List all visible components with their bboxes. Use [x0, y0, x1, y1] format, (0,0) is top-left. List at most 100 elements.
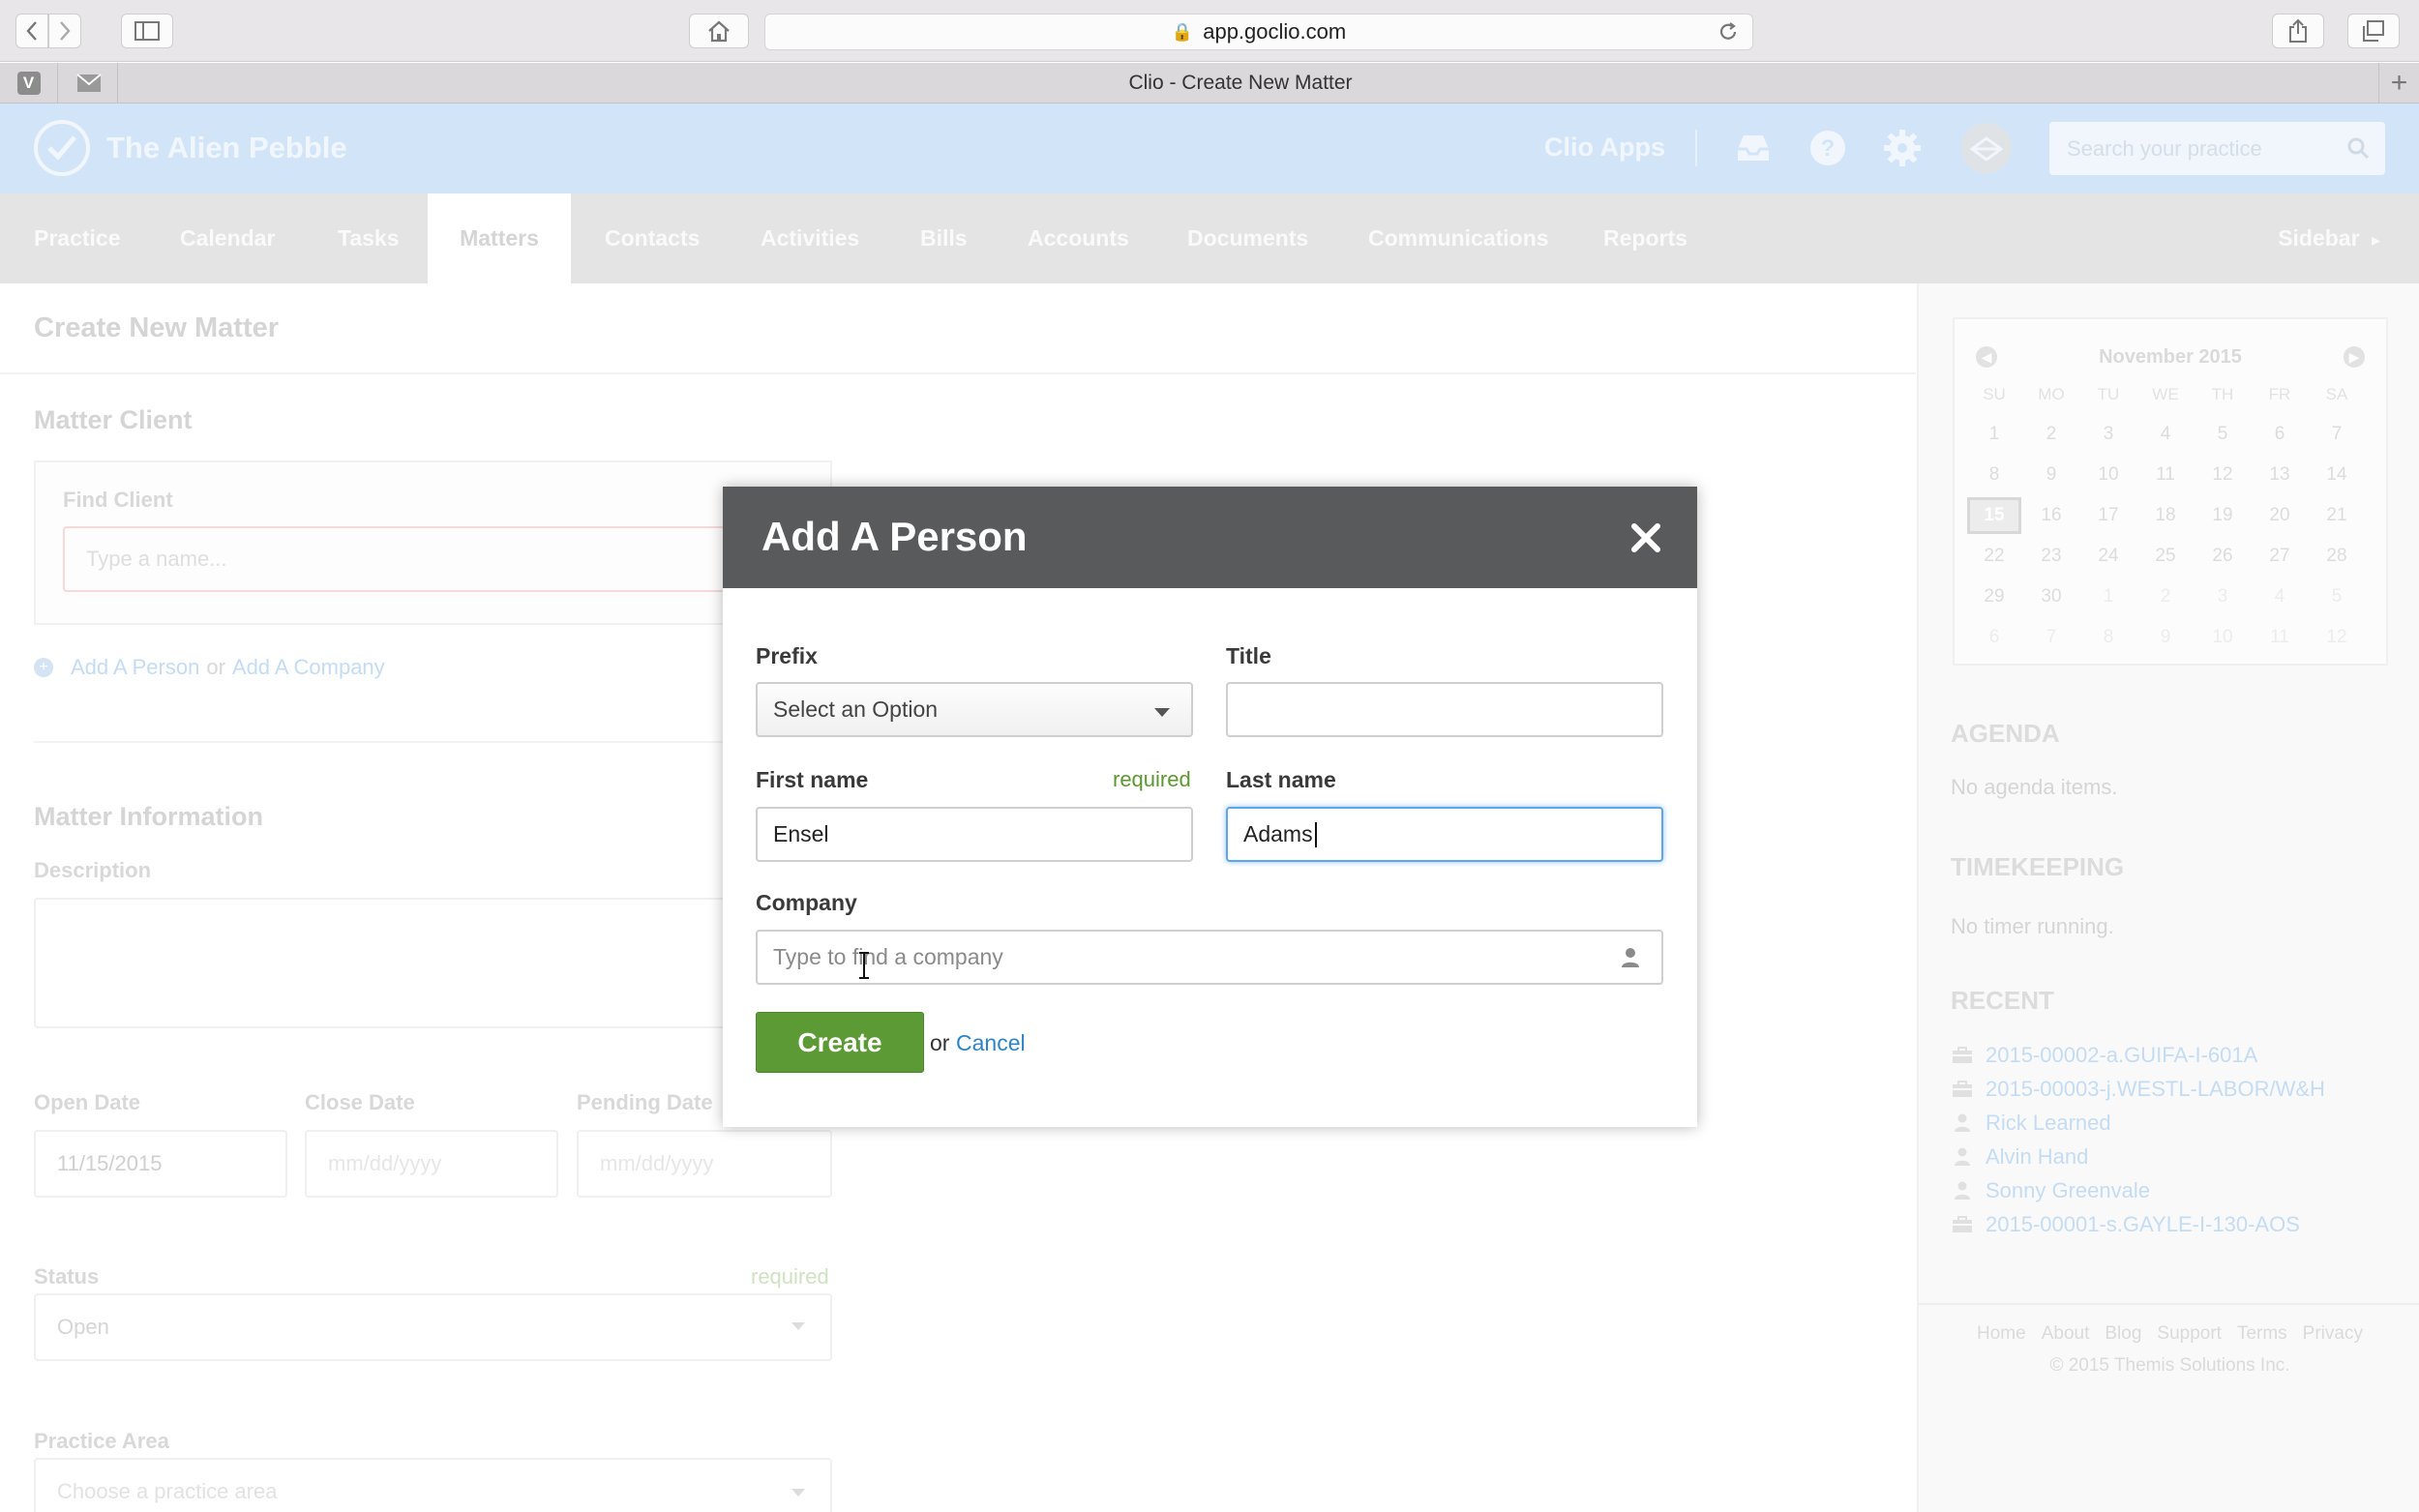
address-bar[interactable]: 🔒 app.goclio.com: [764, 14, 1753, 50]
calendar-day[interactable]: 8: [2080, 627, 2136, 648]
home-button[interactable]: [689, 14, 749, 48]
footer-link[interactable]: About: [2042, 1323, 2090, 1344]
recent-item[interactable]: 2015-00001-s.GAYLE-I-130-AOS: [1951, 1210, 2300, 1239]
calendar-day[interactable]: 7: [2023, 627, 2079, 648]
nav-activities[interactable]: Activities: [761, 193, 859, 283]
status-select[interactable]: Open: [34, 1293, 832, 1361]
calendar-day[interactable]: 5: [2195, 424, 2251, 445]
create-button[interactable]: Create: [756, 1012, 924, 1073]
find-client-input[interactable]: Type a name...: [63, 526, 808, 592]
calendar-day[interactable]: 17: [2080, 505, 2136, 526]
calendar-day[interactable]: 14: [2309, 464, 2365, 486]
close-button[interactable]: [1628, 519, 1664, 556]
settings-button[interactable]: [1879, 125, 1926, 171]
calendar-next-icon[interactable]: ▶: [2344, 346, 2365, 368]
calendar-day[interactable]: 7: [2309, 424, 2365, 445]
calendar-day[interactable]: 29: [1966, 586, 2022, 608]
inbox-button[interactable]: [1730, 125, 1777, 171]
calendar-day[interactable]: 3: [2195, 586, 2251, 608]
forward-button[interactable]: [48, 14, 81, 48]
cancel-link[interactable]: Cancel: [956, 1030, 1026, 1056]
reload-icon[interactable]: [1717, 21, 1739, 48]
calendar-day[interactable]: 1: [1966, 424, 2022, 445]
footer-link[interactable]: Terms: [2237, 1323, 2287, 1344]
footer-link[interactable]: Blog: [2105, 1323, 2141, 1344]
nav-contacts[interactable]: Contacts: [605, 193, 700, 283]
calendar-day[interactable]: 2: [2137, 586, 2194, 608]
nav-tasks[interactable]: Tasks: [338, 193, 400, 283]
calendar-day[interactable]: 1: [2080, 586, 2136, 608]
clio-logo-icon[interactable]: [34, 120, 90, 176]
calendar-day[interactable]: 4: [2252, 586, 2308, 608]
nav-documents[interactable]: Documents: [1187, 193, 1308, 283]
calendar-day[interactable]: 30: [2023, 586, 2079, 608]
pending-date-input[interactable]: mm/dd/yyyy: [577, 1130, 832, 1198]
practice-area-select[interactable]: Choose a practice area: [34, 1458, 832, 1512]
calendar-day[interactable]: 5: [2309, 586, 2365, 608]
firm-name[interactable]: The Alien Pebble: [106, 131, 347, 165]
calendar-day[interactable]: 19: [2195, 505, 2251, 526]
calendar-day[interactable]: 18: [2137, 505, 2194, 526]
first-name-input[interactable]: Ensel: [756, 807, 1193, 862]
calendar-day[interactable]: 10: [2195, 627, 2251, 648]
calendar-today[interactable]: 15: [1967, 497, 2021, 534]
share-button[interactable]: [2272, 14, 2324, 48]
practice-search-input[interactable]: Search your practice: [2049, 122, 2385, 175]
add-person-link[interactable]: Add A Person: [71, 655, 199, 680]
footer-link[interactable]: Privacy: [2303, 1323, 2363, 1344]
nav-matters[interactable]: Matters: [428, 193, 571, 283]
nav-practice[interactable]: Practice: [34, 193, 121, 283]
calendar-day[interactable]: 10: [2080, 464, 2136, 486]
calendar-day[interactable]: 8: [1966, 464, 2022, 486]
footer-link[interactable]: Support: [2157, 1323, 2222, 1344]
calendar-day[interactable]: 9: [2137, 627, 2194, 648]
company-input[interactable]: Type to find a company: [756, 930, 1663, 985]
new-tab-button[interactable]: +: [2378, 63, 2419, 104]
calendar-day[interactable]: 26: [2195, 546, 2251, 567]
calendar-day[interactable]: 11: [2252, 627, 2308, 648]
tabs-overview-button[interactable]: [2347, 14, 2400, 48]
footer-link[interactable]: Home: [1977, 1323, 2026, 1344]
active-tab-title[interactable]: Clio - Create New Matter: [120, 63, 2361, 104]
calendar-day[interactable]: 12: [2309, 627, 2365, 648]
nav-accounts[interactable]: Accounts: [1028, 193, 1129, 283]
calendar-day[interactable]: 4: [2137, 424, 2194, 445]
calendar-day[interactable]: 6: [1966, 627, 2022, 648]
recent-item[interactable]: Alvin Hand: [1951, 1142, 2088, 1171]
back-button[interactable]: [15, 14, 48, 48]
calendar-day[interactable]: 24: [2080, 546, 2136, 567]
calendar-day[interactable]: 2: [2023, 424, 2079, 445]
recent-item[interactable]: 2015-00002-a.GUIFA-I-601A: [1951, 1041, 2257, 1070]
calendar-day[interactable]: 22: [1966, 546, 2022, 567]
close-date-input[interactable]: mm/dd/yyyy: [305, 1130, 558, 1198]
pinned-tab-mail[interactable]: [60, 63, 118, 104]
sidebar-toggle-button[interactable]: [121, 14, 173, 48]
last-name-input[interactable]: Adams: [1226, 807, 1663, 862]
calendar-day[interactable]: 11: [2137, 464, 2194, 486]
calendar-day[interactable]: 13: [2252, 464, 2308, 486]
recent-item[interactable]: 2015-00003-j.WESTL-LABOR/W&H: [1951, 1075, 2325, 1104]
calendar-day[interactable]: 25: [2137, 546, 2194, 567]
calendar-day[interactable]: 20: [2252, 505, 2308, 526]
calendar-day[interactable]: 9: [2023, 464, 2079, 486]
open-date-input[interactable]: 11/15/2015: [34, 1130, 287, 1198]
calendar-day[interactable]: 21: [2309, 505, 2365, 526]
calendar-day[interactable]: 23: [2023, 546, 2079, 567]
nav-reports[interactable]: Reports: [1603, 193, 1687, 283]
clio-apps-link[interactable]: Clio Apps: [1544, 133, 1665, 163]
recent-item[interactable]: Sonny Greenvale: [1951, 1176, 2150, 1205]
nav-calendar[interactable]: Calendar: [180, 193, 275, 283]
calendar-day[interactable]: 27: [2252, 546, 2308, 567]
calendar-day[interactable]: 28: [2309, 546, 2365, 567]
nav-bills[interactable]: Bills: [920, 193, 968, 283]
calendar-day[interactable]: 16: [2023, 505, 2079, 526]
sidebar-toggle[interactable]: Sidebar ▸: [2278, 193, 2380, 283]
calendar-day[interactable]: 6: [2252, 424, 2308, 445]
description-textarea[interactable]: [34, 898, 832, 1028]
calendar-day[interactable]: 3: [2080, 424, 2136, 445]
pinned-tab-v[interactable]: V: [0, 63, 58, 104]
user-avatar[interactable]: [1961, 123, 2012, 173]
nav-communications[interactable]: Communications: [1368, 193, 1549, 283]
add-company-link[interactable]: Add A Company: [232, 655, 385, 680]
calendar-day[interactable]: 12: [2195, 464, 2251, 486]
